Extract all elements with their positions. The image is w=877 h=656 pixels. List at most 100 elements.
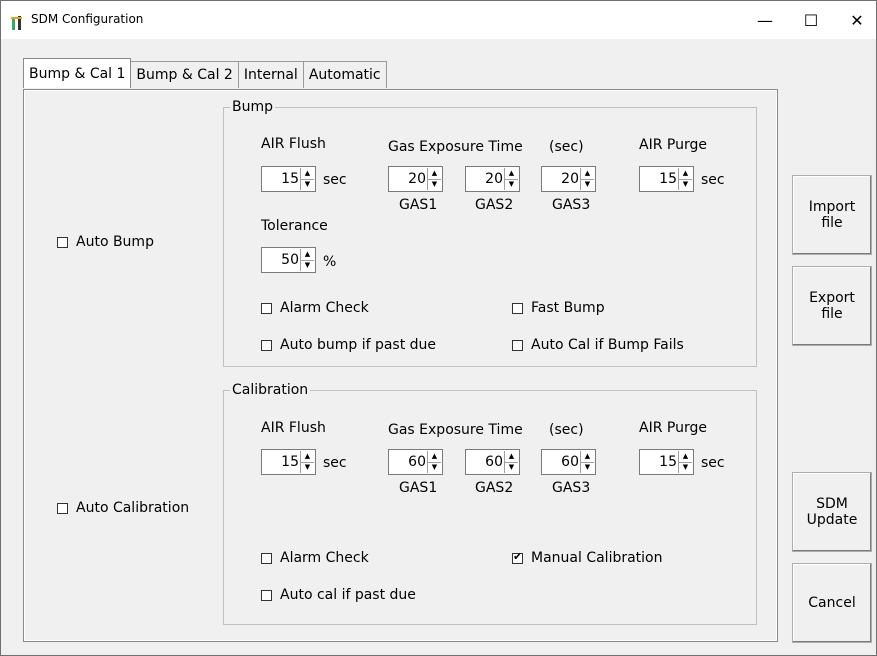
bump-gas1-spinner[interactable]: 20 ▲ ▼ — [388, 166, 443, 192]
cal-gas-exposure-label: Gas Exposure Time — [388, 422, 523, 438]
bump-air-purge-spinner[interactable]: 15 ▲ ▼ — [639, 166, 694, 192]
spinner-value: 15 — [281, 454, 299, 470]
tab-panel: Auto Bump Auto Calibration Bump AIR Flus… — [23, 89, 778, 642]
calibration-group: Calibration AIR Flush 15 ▲ ▼ sec Gas Expo… — [223, 381, 757, 625]
import-file-button[interactable]: Import file — [792, 175, 872, 255]
checkbox-label: Auto cal if past due — [280, 587, 416, 603]
spin-down-arrow-icon[interactable]: ▼ — [581, 179, 594, 190]
bump-air-purge-unit: sec — [701, 172, 725, 188]
fast-bump-checkbox[interactable]: Fast Bump — [512, 300, 605, 316]
spin-down-arrow-icon[interactable]: ▼ — [679, 462, 692, 473]
bump-gas-exposure-label: Gas Exposure Time — [388, 139, 523, 155]
checkbox-label: Manual Calibration — [531, 550, 663, 566]
bump-tolerance-unit: % — [323, 254, 337, 270]
bump-gas2-label: GAS2 — [475, 197, 514, 213]
tab-internal[interactable]: Internal — [237, 61, 304, 88]
auto-cal-past-due-checkbox[interactable]: Auto cal if past due — [261, 587, 416, 603]
checkbox-label: Auto Cal if Bump Fails — [531, 337, 684, 353]
bump-alarm-check-checkbox[interactable]: Alarm Check — [261, 300, 369, 316]
cal-air-purge-spinner[interactable]: 15 ▲ ▼ — [639, 449, 694, 475]
bump-group-title: Bump — [230, 98, 276, 116]
app-icon — [11, 16, 22, 30]
checkbox-box — [261, 552, 272, 564]
spinner-value: 15 — [281, 171, 299, 187]
spin-down-arrow-icon[interactable]: ▼ — [428, 462, 441, 473]
button-label-line2: file — [821, 306, 843, 322]
button-label-line1: Export — [809, 290, 855, 306]
cal-alarm-check-checkbox[interactable]: Alarm Check — [261, 550, 369, 566]
cal-air-purge-label: AIR Purge — [639, 420, 707, 436]
spin-down-arrow-icon[interactable]: ▼ — [301, 179, 314, 190]
checkbox-box — [57, 236, 68, 248]
spinner-value: 60 — [561, 454, 579, 470]
bump-air-flush-label: AIR Flush — [261, 136, 326, 152]
cal-gas2-label: GAS2 — [475, 480, 514, 496]
spin-down-arrow-icon[interactable]: ▼ — [581, 462, 594, 473]
spin-down-arrow-icon[interactable]: ▼ — [428, 179, 441, 190]
button-label-line1: Import — [808, 199, 856, 215]
tab-bump-cal-2[interactable]: Bump & Cal 2 — [130, 61, 239, 88]
tab-strip: Bump & Cal 1 Bump & Cal 2 Internal Autom… — [23, 58, 387, 89]
spin-down-arrow-icon[interactable]: ▼ — [505, 462, 518, 473]
cal-sec-paren-label: (sec) — [549, 422, 584, 438]
checkbox-label: Fast Bump — [531, 300, 605, 316]
auto-bump-checkbox[interactable]: Auto Bump — [57, 234, 154, 250]
export-file-button[interactable]: Export file — [792, 266, 872, 346]
tab-automatic[interactable]: Automatic — [302, 61, 387, 88]
checkbox-box — [261, 589, 272, 601]
tab-bump-cal-1[interactable]: Bump & Cal 1 — [23, 58, 132, 88]
checkbox-box — [512, 302, 523, 314]
bump-sec-paren-label: (sec) — [549, 139, 584, 155]
auto-bump-past-due-checkbox[interactable]: Auto bump if past due — [261, 337, 436, 353]
spinner-value: 15 — [659, 171, 677, 187]
bump-gas2-spinner[interactable]: 20 ▲ ▼ — [465, 166, 520, 192]
sdm-configuration-window: SDM Configuration — ☐ ✕ Bump & Cal 1 Bum… — [0, 0, 877, 656]
bump-gas3-spinner[interactable]: 20 ▲ ▼ — [541, 166, 596, 192]
spin-down-arrow-icon[interactable]: ▼ — [679, 179, 692, 190]
checkbox-label: Alarm Check — [280, 550, 369, 566]
bump-gas3-label: GAS3 — [552, 197, 591, 213]
bump-air-flush-spinner[interactable]: 15 ▲ ▼ — [261, 166, 316, 192]
checkbox-box — [261, 302, 272, 314]
cancel-button[interactable]: Cancel — [792, 563, 872, 643]
bump-tolerance-spinner[interactable]: 50 ▲ ▼ — [261, 247, 316, 273]
checkbox-label: Auto bump if past due — [280, 337, 437, 353]
bump-tolerance-label: Tolerance — [261, 218, 328, 234]
maximize-button[interactable]: ☐ — [788, 1, 834, 39]
cal-air-purge-unit: sec — [701, 455, 725, 471]
spin-down-arrow-icon[interactable]: ▼ — [301, 260, 314, 271]
auto-calibration-label: Auto Calibration — [76, 500, 190, 516]
manual-calibration-checkbox[interactable]: Manual Calibration — [512, 550, 663, 566]
checkbox-checked-box — [512, 550, 523, 564]
spinner-value: 50 — [281, 252, 299, 268]
cal-gas3-spinner[interactable]: 60 ▲ ▼ — [541, 449, 596, 475]
spinner-value: 20 — [561, 171, 579, 187]
title-bar[interactable]: SDM Configuration — ☐ ✕ — [1, 1, 876, 39]
cal-air-flush-unit: sec — [323, 455, 347, 471]
spinner-value: 15 — [659, 454, 677, 470]
checkbox-box — [57, 502, 68, 514]
spinner-value: 60 — [408, 454, 426, 470]
spinner-value: 20 — [408, 171, 426, 187]
cal-air-flush-spinner[interactable]: 15 ▲ ▼ — [261, 449, 316, 475]
bump-group: Bump AIR Flush 15 ▲ ▼ sec Gas Exposure Ti… — [223, 98, 757, 367]
calibration-group-title: Calibration — [230, 381, 311, 399]
sdm-update-button[interactable]: SDM Update — [792, 472, 872, 552]
auto-bump-label: Auto Bump — [76, 234, 154, 250]
minimize-button[interactable]: — — [742, 1, 788, 39]
spinner-value: 60 — [485, 454, 503, 470]
cal-gas1-spinner[interactable]: 60 ▲ ▼ — [388, 449, 443, 475]
spin-down-arrow-icon[interactable]: ▼ — [301, 462, 314, 473]
close-button[interactable]: ✕ — [834, 1, 877, 39]
auto-calibration-checkbox[interactable]: Auto Calibration — [57, 500, 189, 516]
cal-air-flush-label: AIR Flush — [261, 420, 326, 436]
auto-cal-bump-fails-checkbox[interactable]: Auto Cal if Bump Fails — [512, 337, 684, 353]
window-title: SDM Configuration — [31, 12, 144, 26]
bump-gas1-label: GAS1 — [399, 197, 438, 213]
cal-gas2-spinner[interactable]: 60 ▲ ▼ — [465, 449, 520, 475]
spin-down-arrow-icon[interactable]: ▼ — [505, 179, 518, 190]
button-label-line2: Update — [806, 512, 858, 528]
checkbox-box — [512, 339, 523, 351]
button-label-line1: SDM — [816, 496, 848, 512]
button-label: Cancel — [808, 595, 856, 611]
